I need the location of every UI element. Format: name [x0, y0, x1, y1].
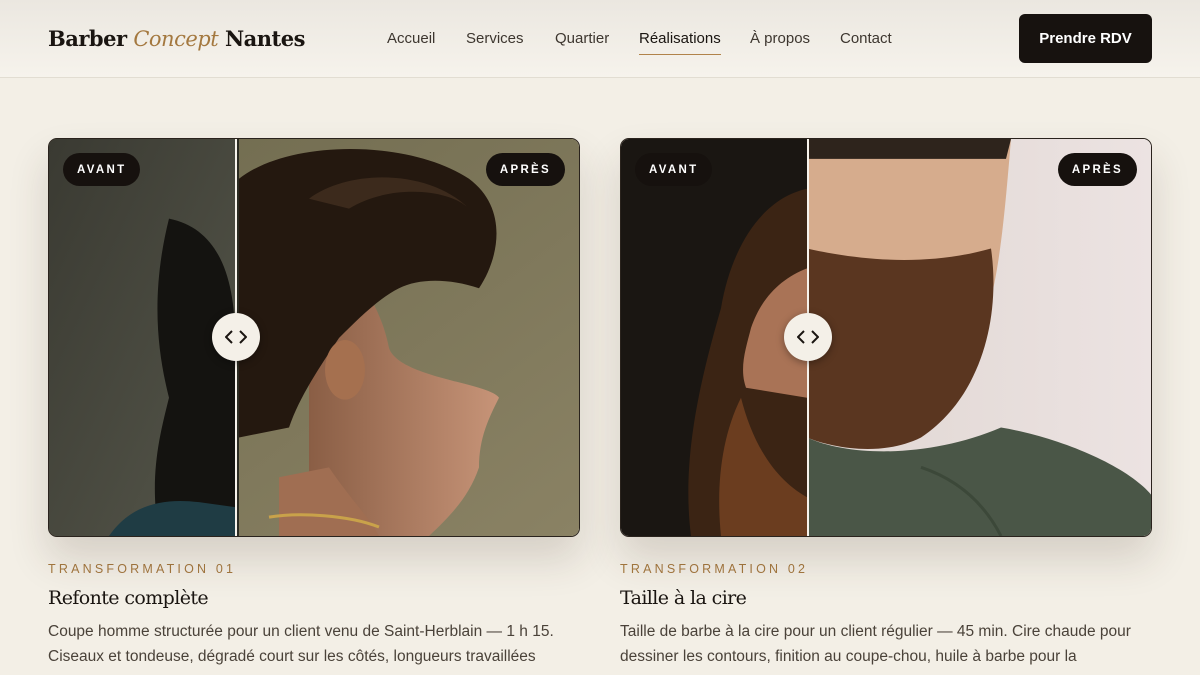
site-header: Barber Concept Nantes Accueil Services Q…	[0, 0, 1200, 78]
slider-handle[interactable]	[212, 313, 260, 361]
before-after-slider-1[interactable]: AVANT APRÈS	[48, 138, 580, 537]
logo-part-3: Nantes	[218, 26, 305, 51]
card-title: Refonte complète	[48, 587, 209, 609]
before-image-1	[49, 139, 235, 536]
nav-item-contact[interactable]: Contact	[840, 30, 892, 47]
transformation-card-2: AVANT APRÈS TRANSFORMATION 02 Taille à l…	[620, 138, 1152, 669]
card-eyebrow: TRANSFORMATION 01	[48, 562, 237, 576]
transformation-card-1: AVANT APRÈS TRANSFORMATION 01 Refonte co…	[48, 138, 580, 669]
book-appointment-button[interactable]: Prendre RDV	[1019, 14, 1152, 63]
after-badge: APRÈS	[1057, 153, 1137, 186]
nav-item-services[interactable]: Services	[466, 30, 524, 47]
slider-handle[interactable]	[784, 313, 832, 361]
card-eyebrow: TRANSFORMATION 02	[620, 562, 809, 576]
before-image-2	[621, 139, 807, 536]
card-title: Taille à la cire	[620, 587, 747, 609]
nav-item-accueil[interactable]: Accueil	[387, 30, 435, 47]
logo-part-2: Concept	[133, 27, 219, 51]
nav-item-realisations[interactable]: Réalisations	[639, 30, 721, 55]
card-description: Taille de barbe à la cire pour un client…	[620, 623, 1131, 665]
chevrons-left-right-icon	[797, 330, 819, 344]
after-badge: APRÈS	[485, 153, 565, 186]
before-badge: AVANT	[63, 153, 141, 186]
nav-item-a-propos[interactable]: À propos	[750, 30, 810, 47]
site-logo[interactable]: Barber Concept Nantes	[48, 26, 305, 51]
nav-item-quartier[interactable]: Quartier	[555, 30, 609, 47]
chevrons-left-right-icon	[225, 330, 247, 344]
card-description: Coupe homme structurée pour un client ve…	[48, 623, 554, 665]
logo-part-1: Barber	[48, 26, 134, 51]
before-badge: AVANT	[635, 153, 713, 186]
before-after-slider-2[interactable]: AVANT APRÈS	[620, 138, 1152, 537]
